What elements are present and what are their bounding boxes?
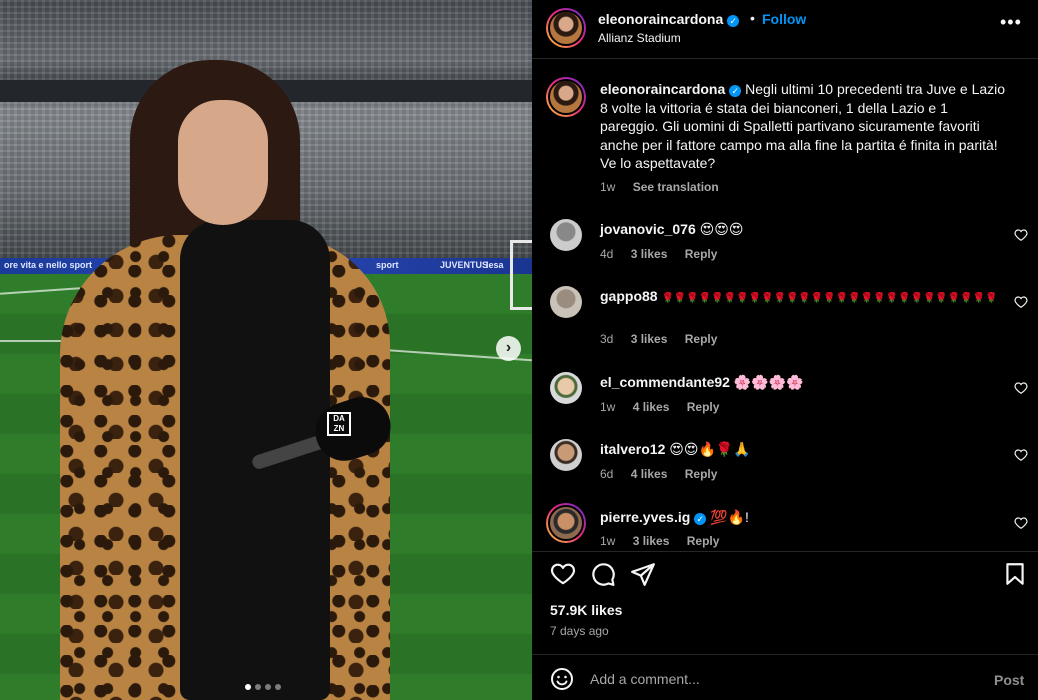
carousel-dot — [255, 684, 261, 690]
comment: el_commendante92 🌸🌸🌸🌸 1w 4 likes Reply — [550, 372, 1030, 422]
commenter-avatar[interactable] — [546, 503, 586, 543]
caption-username[interactable]: eleonoraincardona — [600, 81, 725, 97]
comment-text: 🌸🌸🌸🌸 — [733, 374, 804, 390]
comment-like-heart-icon[interactable] — [1014, 381, 1028, 395]
comment-meta: 6d 4 likes Reply — [600, 467, 717, 481]
comment-meta: 1w 3 likes Reply — [600, 534, 719, 548]
bookmark-icon[interactable] — [1002, 561, 1028, 587]
reply-button[interactable]: Reply — [685, 467, 718, 481]
comment-composer: Post — [532, 655, 1038, 700]
ad-text: JUVENTUS — [440, 260, 489, 270]
post-media[interactable]: ore vita e nello sport sport JUVENTUS le… — [0, 0, 532, 700]
comment-age: 1w — [600, 534, 616, 548]
comment-username[interactable]: jovanovic_076 — [600, 221, 696, 237]
commenter-avatar[interactable] — [550, 439, 582, 471]
comment-body: italvero12 😍😍🔥🌹🙏 — [600, 441, 1000, 458]
comment-text: 💯🔥! — [710, 509, 749, 525]
reply-button[interactable]: Reply — [687, 400, 720, 414]
comment-meta: 1w 4 likes Reply — [600, 400, 719, 414]
reply-button[interactable]: Reply — [685, 332, 718, 346]
verified-badge-icon: ✓ — [729, 85, 742, 97]
heart-icon[interactable] — [550, 561, 576, 587]
carousel-dots — [245, 684, 281, 690]
next-slide-button[interactable]: › — [496, 336, 521, 361]
comment-age: 6d — [600, 467, 614, 481]
presenter: DA ZN — [60, 60, 399, 700]
comment-like-heart-icon[interactable] — [1014, 295, 1028, 309]
verified-badge-icon: ✓ — [694, 513, 707, 525]
comment-body: pierre.yves.ig ✓ 💯🔥! — [600, 509, 1000, 526]
actions-divider — [532, 551, 1038, 552]
location-link[interactable]: Allianz Stadium — [598, 31, 681, 45]
comment-meta: 3d 3 likes Reply — [600, 332, 717, 346]
header-divider — [532, 58, 1038, 59]
more-options-icon[interactable]: ••• — [1000, 12, 1022, 33]
comment-age: 1w — [600, 400, 616, 414]
action-bar — [550, 561, 1028, 587]
author-username[interactable]: eleonoraincardona ✓ — [598, 11, 740, 27]
comment-likes[interactable]: 4 likes — [631, 467, 668, 481]
reply-button[interactable]: Reply — [687, 534, 720, 548]
comment-username[interactable]: el_commendante92 — [600, 374, 730, 390]
chevron-right-icon: › — [505, 339, 512, 356]
comment: italvero12 😍😍🔥🌹🙏 6d 4 likes Reply — [550, 439, 1030, 489]
post-panel: eleonoraincardona ✓ • Follow Allianz Stad… — [532, 0, 1038, 700]
post-comment-button[interactable]: Post — [994, 672, 1024, 688]
likes-count[interactable]: 57.9K likes — [550, 602, 622, 618]
comment-age: 3d — [600, 332, 614, 346]
comment-like-heart-icon[interactable] — [1014, 516, 1028, 530]
comment-icon[interactable] — [590, 561, 616, 587]
comment-likes[interactable]: 3 likes — [631, 247, 668, 261]
comment-input[interactable] — [590, 665, 970, 693]
ad-text: lesa — [486, 260, 504, 270]
comment-likes[interactable]: 4 likes — [633, 400, 670, 414]
caption: eleonoraincardona ✓ Negli ultimi 10 prece… — [600, 80, 1010, 173]
carousel-dot — [275, 684, 281, 690]
post-timestamp: 7 days ago — [550, 624, 609, 638]
author-username-text[interactable]: eleonoraincardona — [598, 11, 723, 27]
comment: jovanovic_076 😍😍😍 4d 3 likes Reply — [550, 219, 1030, 269]
caption-age: 1w — [600, 180, 616, 194]
comment-meta: 4d 3 likes Reply — [600, 247, 717, 261]
comment-likes[interactable]: 3 likes — [633, 534, 670, 548]
caption-avatar[interactable] — [546, 77, 586, 117]
comment-body: jovanovic_076 😍😍😍 — [600, 221, 1000, 238]
goal — [510, 240, 532, 310]
comment-text: 😍😍🔥🌹🙏 — [669, 441, 751, 457]
comment-username[interactable]: italvero12 — [600, 441, 665, 457]
comment-like-heart-icon[interactable] — [1014, 448, 1028, 462]
send-icon[interactable] — [630, 561, 656, 587]
comment-username[interactable]: gappo88 — [600, 288, 658, 304]
header-separator: • — [750, 10, 755, 26]
see-translation-link[interactable]: See translation — [633, 180, 719, 194]
carousel-dot — [245, 684, 251, 690]
comment: pierre.yves.ig ✓ 💯🔥! 1w 3 likes Reply — [546, 503, 1030, 553]
verified-badge-icon: ✓ — [727, 15, 740, 27]
comment-age: 4d — [600, 247, 614, 261]
author-avatar[interactable] — [546, 8, 586, 48]
comment-text: 😍😍😍 — [699, 221, 744, 237]
follow-button[interactable]: Follow — [762, 11, 806, 27]
comment-username[interactable]: pierre.yves.ig — [600, 509, 690, 525]
face — [178, 100, 268, 225]
comment-body: el_commendante92 🌸🌸🌸🌸 — [600, 374, 1000, 391]
commenter-avatar[interactable] — [550, 372, 582, 404]
commenter-avatar[interactable] — [550, 219, 582, 251]
comment-like-heart-icon[interactable] — [1014, 228, 1028, 242]
comment-likes[interactable]: 3 likes — [631, 332, 668, 346]
emoji-icon[interactable] — [550, 667, 574, 691]
dazn-logo: DA ZN — [327, 412, 351, 436]
carousel-dot — [265, 684, 271, 690]
comment-text: 🌹🌹🌹🌹🌹🌹🌹🌹🌹🌹🌹🌹🌹🌹🌹🌹🌹🌹🌹🌹🌹🌹🌹🌹🌹🌹🌹 — [661, 293, 998, 304]
comment-body: gappo88 🌹🌹🌹🌹🌹🌹🌹🌹🌹🌹🌹🌹🌹🌹🌹🌹🌹🌹🌹🌹🌹🌹🌹🌹🌹🌹🌹 — [600, 288, 1000, 307]
reply-button[interactable]: Reply — [685, 247, 718, 261]
commenter-avatar[interactable] — [550, 286, 582, 318]
caption-meta: 1w See translation — [600, 180, 719, 194]
comment: gappo88 🌹🌹🌹🌹🌹🌹🌹🌹🌹🌹🌹🌹🌹🌹🌹🌹🌹🌹🌹🌹🌹🌹🌹🌹🌹🌹🌹 3d 3… — [550, 286, 1030, 350]
